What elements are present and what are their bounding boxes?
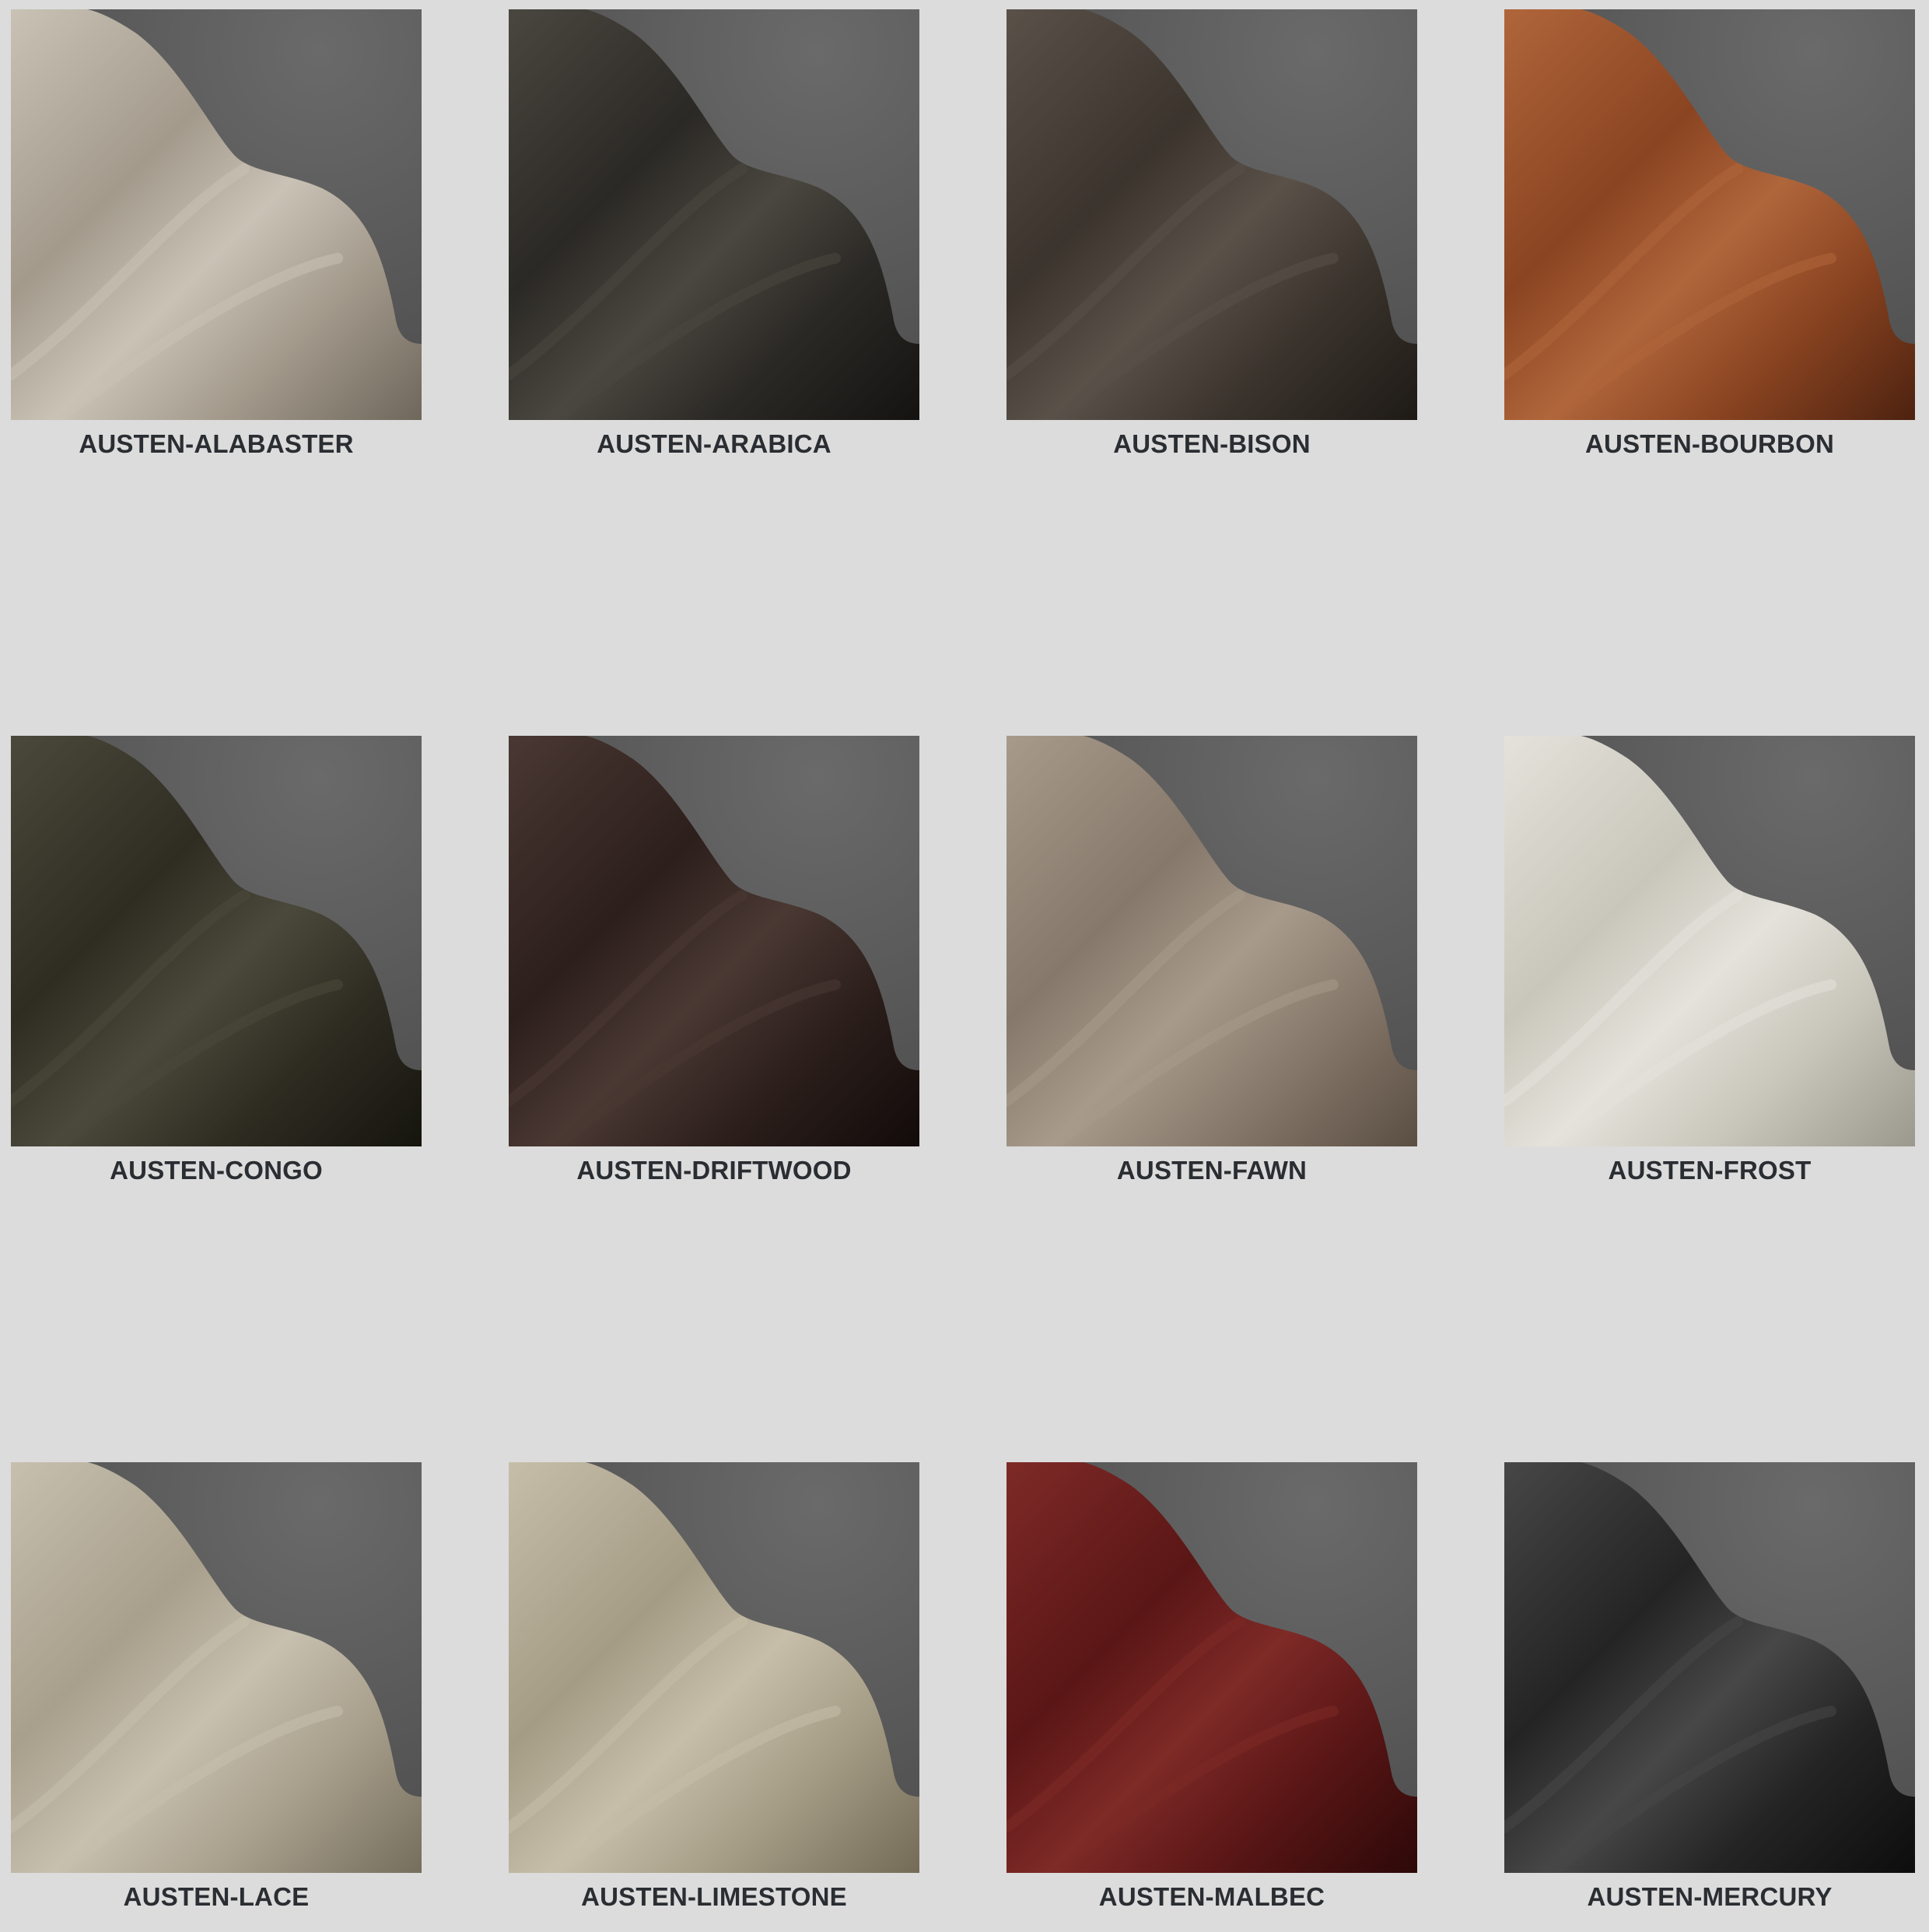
- leather-sample-image: [509, 736, 919, 1146]
- leather-sample-image: [11, 9, 422, 420]
- swatch-label[interactable]: AUSTEN-CONGO: [11, 1156, 422, 1185]
- swatch-card[interactable]: AUSTEN-DRIFTWOOD: [509, 736, 919, 1185]
- swatch-label[interactable]: AUSTEN-FROST: [1504, 1156, 1915, 1185]
- swatch-label[interactable]: AUSTEN-LIMESTONE: [509, 1882, 919, 1912]
- swatch-image[interactable]: [509, 736, 919, 1146]
- swatch-image[interactable]: [509, 1462, 919, 1873]
- swatch-card[interactable]: AUSTEN-LACE: [11, 1462, 422, 1911]
- leather-sample-image: [1504, 9, 1915, 420]
- leather-sample-image: [509, 9, 919, 420]
- swatch-image[interactable]: [509, 9, 919, 420]
- swatch-image[interactable]: [1007, 9, 1417, 420]
- swatch-card[interactable]: AUSTEN-MERCURY: [1504, 1462, 1915, 1911]
- swatch-label[interactable]: AUSTEN-MERCURY: [1504, 1882, 1915, 1912]
- swatch-image[interactable]: [11, 1462, 422, 1873]
- swatch-card[interactable]: AUSTEN-ARABICA: [509, 9, 919, 458]
- swatch-card[interactable]: AUSTEN-FROST: [1504, 736, 1915, 1185]
- swatch-image[interactable]: [1504, 9, 1915, 420]
- swatch-label[interactable]: AUSTEN-BOURBON: [1504, 429, 1915, 459]
- swatch-label[interactable]: AUSTEN-MALBEC: [1007, 1882, 1417, 1912]
- swatch-label[interactable]: AUSTEN-BISON: [1007, 429, 1417, 459]
- swatch-label[interactable]: AUSTEN-ARABICA: [509, 429, 919, 459]
- swatch-card[interactable]: AUSTEN-BOURBON: [1504, 9, 1915, 458]
- swatch-image[interactable]: [11, 736, 422, 1146]
- swatch-image[interactable]: [1007, 1462, 1417, 1873]
- swatch-card[interactable]: AUSTEN-CONGO: [11, 736, 422, 1185]
- swatch-label[interactable]: AUSTEN-FAWN: [1007, 1156, 1417, 1185]
- swatch-label[interactable]: AUSTEN-DRIFTWOOD: [509, 1156, 919, 1185]
- leather-sample-image: [1504, 1462, 1915, 1873]
- swatch-image[interactable]: [11, 9, 422, 420]
- swatch-label[interactable]: AUSTEN-LACE: [11, 1882, 422, 1912]
- swatch-card[interactable]: AUSTEN-BISON: [1007, 9, 1417, 458]
- leather-sample-image: [1007, 9, 1417, 420]
- leather-sample-image: [509, 1462, 919, 1873]
- swatch-image[interactable]: [1504, 1462, 1915, 1873]
- swatch-image[interactable]: [1504, 736, 1915, 1146]
- leather-sample-image: [1007, 736, 1417, 1146]
- swatch-label[interactable]: AUSTEN-ALABASTER: [11, 429, 422, 459]
- leather-sample-image: [1007, 1462, 1417, 1873]
- swatch-card[interactable]: AUSTEN-MALBEC: [1007, 1462, 1417, 1911]
- swatch-card[interactable]: AUSTEN-FAWN: [1007, 736, 1417, 1185]
- swatch-grid: AUSTEN-ALABASTER AUSTEN-ARABICA AUSTEN-B…: [0, 0, 1929, 1932]
- swatch-image[interactable]: [1007, 736, 1417, 1146]
- swatch-card[interactable]: AUSTEN-ALABASTER: [11, 9, 422, 458]
- leather-sample-image: [11, 1462, 422, 1873]
- leather-sample-image: [11, 736, 422, 1146]
- swatch-card[interactable]: AUSTEN-LIMESTONE: [509, 1462, 919, 1911]
- leather-sample-image: [1504, 736, 1915, 1146]
